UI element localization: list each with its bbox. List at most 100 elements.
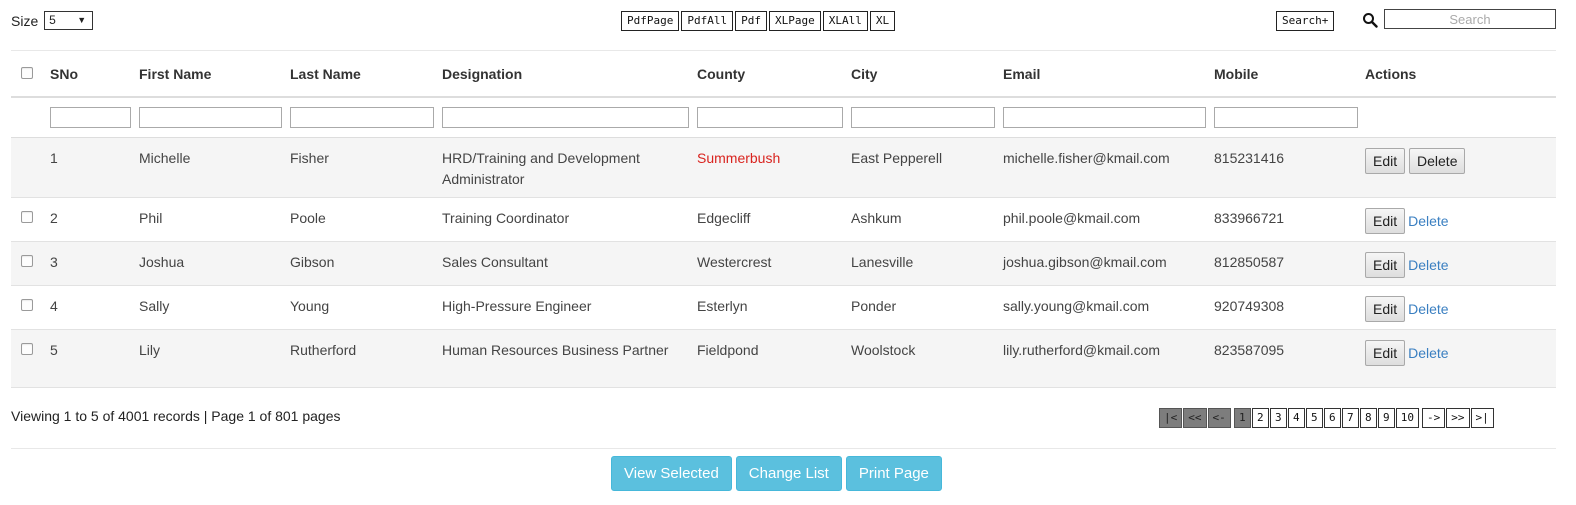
select-all-checkbox[interactable] [21, 67, 33, 79]
cell-county: Summerbush [697, 149, 781, 166]
row-checkbox[interactable] [21, 298, 33, 311]
export-pdf-button[interactable]: Pdf [735, 11, 767, 31]
filter-city-input[interactable] [851, 106, 995, 128]
column-header-city[interactable]: City [851, 51, 1003, 98]
export-xl-page-button[interactable]: XLPage [768, 11, 821, 31]
delete-link[interactable]: Delete [1408, 213, 1448, 229]
page-size-control: Size 5 ▼ [11, 11, 94, 30]
row-checkbox[interactable] [21, 210, 33, 223]
cell-designation: HRD/Training and Development Administrat… [442, 149, 640, 187]
delete-link[interactable]: Delete [1408, 257, 1448, 273]
change-list-button[interactable]: Change List [735, 456, 842, 491]
cell-mobile: 920749308 [1214, 297, 1285, 314]
filter-first-name-input[interactable] [139, 106, 282, 128]
edit-button[interactable]: Edit [1365, 339, 1406, 366]
next-block-button[interactable]: >> [1446, 408, 1470, 428]
cell-last-name: Poole [290, 209, 326, 226]
delete-link[interactable]: Delete [1408, 301, 1448, 317]
filter-designation-input[interactable] [442, 106, 689, 128]
cell-email: joshua.gibson@kmail.com [1003, 253, 1167, 270]
filter-county-input[interactable] [697, 106, 843, 128]
filter-last-name-input[interactable] [290, 106, 434, 128]
record-summary: Viewing 1 to 5 of 4001 records | Page 1 … [11, 408, 341, 424]
cell-first-name: Michelle [139, 149, 191, 166]
row-checkbox[interactable] [21, 342, 33, 355]
records-table: SNo First Name Last Name Designation Cou… [11, 51, 1556, 388]
edit-button[interactable]: Edit [1365, 147, 1406, 174]
delete-link[interactable]: Delete [1408, 345, 1448, 361]
cell-city: East Pepperell [851, 149, 943, 166]
cell-mobile: 815231416 [1214, 149, 1285, 166]
cell-city: Ashkum [851, 209, 902, 226]
column-header-designation[interactable]: Designation [442, 51, 697, 98]
table-row[interactable]: 3 Joshua Gibson Sales Consultant Westerc… [11, 241, 1556, 286]
export-pdf-all-button[interactable]: PdfAll [681, 11, 734, 31]
page-button-2[interactable]: 2 [1251, 408, 1269, 428]
cell-mobile: 812850587 [1214, 253, 1285, 270]
divider [11, 448, 1556, 449]
column-header-first-name[interactable]: First Name [139, 51, 290, 98]
previous-page-button[interactable]: <- [1207, 408, 1231, 428]
delete-button[interactable]: Delete [1409, 147, 1466, 174]
previous-block-button[interactable]: << [1183, 408, 1207, 428]
cell-designation: Human Resources Business Partner [442, 341, 669, 358]
view-selected-button[interactable]: View Selected [611, 456, 732, 491]
print-page-button[interactable]: Print Page [845, 456, 942, 491]
cell-first-name: Joshua [139, 253, 185, 270]
pagination: |< << <- 1 2 3 4 5 6 7 8 9 10 -> >> >| [1159, 408, 1495, 428]
cell-designation: Training Coordinator [442, 209, 570, 226]
filter-mobile-input[interactable] [1214, 106, 1358, 128]
cell-email: sally.young@kmail.com [1003, 297, 1150, 314]
last-page-button[interactable]: >| [1470, 408, 1494, 428]
table-row[interactable]: 4 Sally Young High-Pressure Engineer Est… [11, 285, 1556, 330]
edit-button[interactable]: Edit [1365, 251, 1406, 278]
page-button-10[interactable]: 10 [1395, 408, 1419, 428]
export-xl-button[interactable]: XL [869, 11, 896, 31]
export-toolbar: PdfPage PdfAll Pdf XLPage XLAll XL [621, 11, 897, 31]
cell-county: Westercrest [697, 253, 772, 270]
cell-city: Ponder [851, 297, 897, 314]
chevron-down-icon: ▼ [77, 15, 87, 25]
column-header-county[interactable]: County [697, 51, 851, 98]
table-row[interactable]: 1 Michelle Fisher HRD/Training and Devel… [11, 137, 1556, 198]
cell-city: Lanesville [851, 253, 914, 270]
column-header-mobile[interactable]: Mobile [1214, 51, 1365, 98]
table-row[interactable]: 2 Phil Poole Training Coordinator Edgecl… [11, 197, 1556, 242]
export-pdf-page-button[interactable]: PdfPage [621, 11, 680, 31]
cell-sno: 4 [50, 297, 58, 314]
filter-row [11, 97, 1556, 138]
cell-last-name: Gibson [290, 253, 335, 270]
page-button-1[interactable]: 1 [1233, 408, 1251, 428]
row-checkbox[interactable] [21, 254, 33, 267]
cell-county: Edgecliff [697, 209, 751, 226]
cell-first-name: Phil [139, 209, 163, 226]
column-header-sno[interactable]: SNo [50, 51, 139, 98]
page-button-8[interactable]: 8 [1359, 408, 1377, 428]
select-all-cell [11, 51, 50, 98]
page-button-9[interactable]: 9 [1377, 408, 1395, 428]
bottom-actions: View Selected Change List Print Page [611, 456, 943, 491]
edit-button[interactable]: Edit [1365, 295, 1406, 322]
next-page-button[interactable]: -> [1422, 408, 1446, 428]
page-button-7[interactable]: 7 [1341, 408, 1359, 428]
search-input[interactable] [1384, 9, 1556, 29]
cell-sno: 1 [50, 149, 58, 166]
filter-email-input[interactable] [1003, 106, 1206, 128]
column-header-last-name[interactable]: Last Name [290, 51, 442, 98]
page-button-3[interactable]: 3 [1269, 408, 1287, 428]
page-button-4[interactable]: 4 [1287, 408, 1305, 428]
column-header-email[interactable]: Email [1003, 51, 1214, 98]
page-button-6[interactable]: 6 [1323, 408, 1341, 428]
cell-email: lily.rutherford@kmail.com [1003, 341, 1161, 358]
search-icon[interactable] [1362, 12, 1378, 28]
table-row[interactable]: 5 Lily Rutherford Human Resources Busine… [11, 329, 1556, 388]
export-xl-all-button[interactable]: XLAll [822, 11, 868, 31]
page-size-select[interactable]: 5 ▼ [44, 11, 94, 30]
cell-email: michelle.fisher@kmail.com [1003, 149, 1170, 166]
filter-sno-input[interactable] [50, 106, 131, 128]
cell-first-name: Lily [139, 341, 161, 358]
first-page-button[interactable]: |< [1159, 408, 1183, 428]
edit-button[interactable]: Edit [1365, 207, 1406, 234]
page-button-5[interactable]: 5 [1305, 408, 1323, 428]
advanced-search-button[interactable]: Search+ [1276, 11, 1335, 31]
